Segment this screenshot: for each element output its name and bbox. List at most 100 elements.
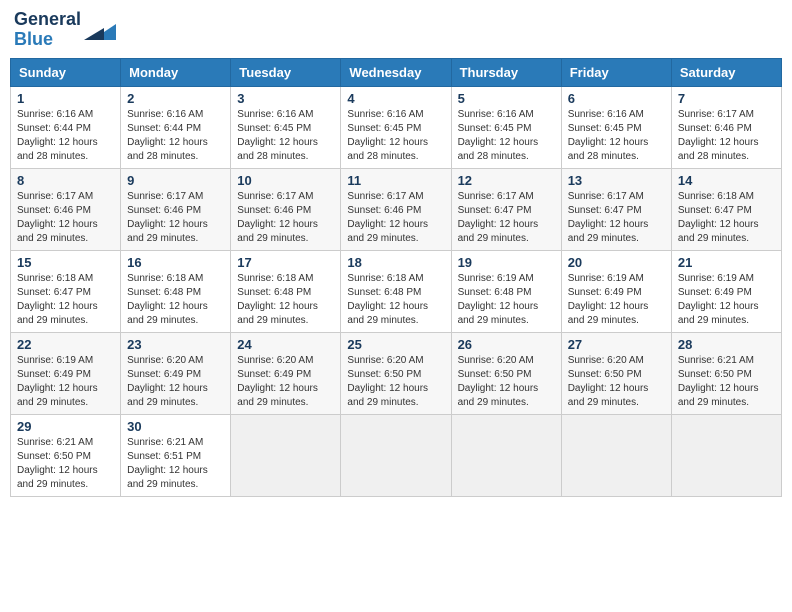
calendar-cell: [561, 414, 671, 496]
day-number: 8: [17, 173, 114, 188]
day-number: 16: [127, 255, 224, 270]
calendar-week-2: 8 Sunrise: 6:17 AMSunset: 6:46 PMDayligh…: [11, 168, 782, 250]
calendar-week-4: 22 Sunrise: 6:19 AMSunset: 6:49 PMDaylig…: [11, 332, 782, 414]
day-number: 2: [127, 91, 224, 106]
calendar-cell: 2 Sunrise: 6:16 AMSunset: 6:44 PMDayligh…: [121, 86, 231, 168]
day-info: Sunrise: 6:19 AMSunset: 6:49 PMDaylight:…: [17, 354, 114, 410]
calendar-cell: 29 Sunrise: 6:21 AMSunset: 6:50 PMDaylig…: [11, 414, 121, 496]
day-number: 11: [347, 173, 444, 188]
day-info: Sunrise: 6:17 AMSunset: 6:46 PMDaylight:…: [237, 190, 334, 246]
day-number: 7: [678, 91, 775, 106]
day-info: Sunrise: 6:16 AMSunset: 6:44 PMDaylight:…: [127, 108, 224, 164]
day-info: Sunrise: 6:17 AMSunset: 6:47 PMDaylight:…: [458, 190, 555, 246]
logo: General Blue: [14, 10, 116, 50]
day-info: Sunrise: 6:18 AMSunset: 6:48 PMDaylight:…: [347, 272, 444, 328]
day-number: 9: [127, 173, 224, 188]
day-info: Sunrise: 6:16 AMSunset: 6:45 PMDaylight:…: [347, 108, 444, 164]
calendar-cell: 23 Sunrise: 6:20 AMSunset: 6:49 PMDaylig…: [121, 332, 231, 414]
day-info: Sunrise: 6:16 AMSunset: 6:44 PMDaylight:…: [17, 108, 114, 164]
day-info: Sunrise: 6:18 AMSunset: 6:47 PMDaylight:…: [678, 190, 775, 246]
day-number: 22: [17, 337, 114, 352]
day-info: Sunrise: 6:18 AMSunset: 6:48 PMDaylight:…: [237, 272, 334, 328]
day-number: 13: [568, 173, 665, 188]
calendar-cell: 7 Sunrise: 6:17 AMSunset: 6:46 PMDayligh…: [671, 86, 781, 168]
day-number: 24: [237, 337, 334, 352]
day-info: Sunrise: 6:19 AMSunset: 6:49 PMDaylight:…: [678, 272, 775, 328]
day-info: Sunrise: 6:21 AMSunset: 6:51 PMDaylight:…: [127, 436, 224, 492]
calendar-cell: 14 Sunrise: 6:18 AMSunset: 6:47 PMDaylig…: [671, 168, 781, 250]
calendar-cell: [671, 414, 781, 496]
day-number: 14: [678, 173, 775, 188]
day-number: 3: [237, 91, 334, 106]
day-number: 18: [347, 255, 444, 270]
day-info: Sunrise: 6:16 AMSunset: 6:45 PMDaylight:…: [458, 108, 555, 164]
day-number: 29: [17, 419, 114, 434]
calendar-cell: 21 Sunrise: 6:19 AMSunset: 6:49 PMDaylig…: [671, 250, 781, 332]
calendar-cell: 16 Sunrise: 6:18 AMSunset: 6:48 PMDaylig…: [121, 250, 231, 332]
day-number: 15: [17, 255, 114, 270]
day-number: 1: [17, 91, 114, 106]
day-info: Sunrise: 6:17 AMSunset: 6:46 PMDaylight:…: [678, 108, 775, 164]
day-info: Sunrise: 6:17 AMSunset: 6:46 PMDaylight:…: [347, 190, 444, 246]
day-number: 10: [237, 173, 334, 188]
weekday-header-saturday: Saturday: [671, 58, 781, 86]
day-info: Sunrise: 6:19 AMSunset: 6:48 PMDaylight:…: [458, 272, 555, 328]
calendar-cell: 9 Sunrise: 6:17 AMSunset: 6:46 PMDayligh…: [121, 168, 231, 250]
calendar-cell: 3 Sunrise: 6:16 AMSunset: 6:45 PMDayligh…: [231, 86, 341, 168]
calendar-cell: 28 Sunrise: 6:21 AMSunset: 6:50 PMDaylig…: [671, 332, 781, 414]
day-info: Sunrise: 6:20 AMSunset: 6:50 PMDaylight:…: [347, 354, 444, 410]
calendar-week-5: 29 Sunrise: 6:21 AMSunset: 6:50 PMDaylig…: [11, 414, 782, 496]
calendar-cell: [231, 414, 341, 496]
weekday-header-sunday: Sunday: [11, 58, 121, 86]
day-number: 30: [127, 419, 224, 434]
logo-text: General: [14, 10, 81, 30]
day-number: 28: [678, 337, 775, 352]
logo-icon: [84, 16, 116, 44]
weekday-header-friday: Friday: [561, 58, 671, 86]
day-number: 26: [458, 337, 555, 352]
calendar-cell: 11 Sunrise: 6:17 AMSunset: 6:46 PMDaylig…: [341, 168, 451, 250]
calendar-cell: [451, 414, 561, 496]
weekday-header-monday: Monday: [121, 58, 231, 86]
day-info: Sunrise: 6:16 AMSunset: 6:45 PMDaylight:…: [237, 108, 334, 164]
day-number: 21: [678, 255, 775, 270]
day-info: Sunrise: 6:18 AMSunset: 6:48 PMDaylight:…: [127, 272, 224, 328]
weekday-header-wednesday: Wednesday: [341, 58, 451, 86]
day-info: Sunrise: 6:21 AMSunset: 6:50 PMDaylight:…: [678, 354, 775, 410]
calendar-cell: 5 Sunrise: 6:16 AMSunset: 6:45 PMDayligh…: [451, 86, 561, 168]
calendar-cell: 30 Sunrise: 6:21 AMSunset: 6:51 PMDaylig…: [121, 414, 231, 496]
day-info: Sunrise: 6:21 AMSunset: 6:50 PMDaylight:…: [17, 436, 114, 492]
day-info: Sunrise: 6:19 AMSunset: 6:49 PMDaylight:…: [568, 272, 665, 328]
calendar-cell: [341, 414, 451, 496]
calendar-cell: 12 Sunrise: 6:17 AMSunset: 6:47 PMDaylig…: [451, 168, 561, 250]
calendar-cell: 19 Sunrise: 6:19 AMSunset: 6:48 PMDaylig…: [451, 250, 561, 332]
day-info: Sunrise: 6:17 AMSunset: 6:47 PMDaylight:…: [568, 190, 665, 246]
day-number: 25: [347, 337, 444, 352]
day-info: Sunrise: 6:18 AMSunset: 6:47 PMDaylight:…: [17, 272, 114, 328]
calendar-cell: 15 Sunrise: 6:18 AMSunset: 6:47 PMDaylig…: [11, 250, 121, 332]
day-number: 20: [568, 255, 665, 270]
calendar-table: SundayMondayTuesdayWednesdayThursdayFrid…: [10, 58, 782, 497]
day-number: 19: [458, 255, 555, 270]
calendar-cell: 18 Sunrise: 6:18 AMSunset: 6:48 PMDaylig…: [341, 250, 451, 332]
calendar-cell: 8 Sunrise: 6:17 AMSunset: 6:46 PMDayligh…: [11, 168, 121, 250]
day-number: 6: [568, 91, 665, 106]
calendar-cell: 4 Sunrise: 6:16 AMSunset: 6:45 PMDayligh…: [341, 86, 451, 168]
calendar-cell: 17 Sunrise: 6:18 AMSunset: 6:48 PMDaylig…: [231, 250, 341, 332]
logo-subtext: Blue: [14, 30, 81, 50]
calendar-cell: 20 Sunrise: 6:19 AMSunset: 6:49 PMDaylig…: [561, 250, 671, 332]
day-info: Sunrise: 6:17 AMSunset: 6:46 PMDaylight:…: [17, 190, 114, 246]
calendar-cell: 24 Sunrise: 6:20 AMSunset: 6:49 PMDaylig…: [231, 332, 341, 414]
day-number: 12: [458, 173, 555, 188]
weekday-header-thursday: Thursday: [451, 58, 561, 86]
day-info: Sunrise: 6:17 AMSunset: 6:46 PMDaylight:…: [127, 190, 224, 246]
day-info: Sunrise: 6:20 AMSunset: 6:49 PMDaylight:…: [127, 354, 224, 410]
calendar-cell: 1 Sunrise: 6:16 AMSunset: 6:44 PMDayligh…: [11, 86, 121, 168]
day-number: 17: [237, 255, 334, 270]
day-number: 23: [127, 337, 224, 352]
day-info: Sunrise: 6:20 AMSunset: 6:50 PMDaylight:…: [568, 354, 665, 410]
calendar-cell: 6 Sunrise: 6:16 AMSunset: 6:45 PMDayligh…: [561, 86, 671, 168]
day-number: 5: [458, 91, 555, 106]
day-info: Sunrise: 6:20 AMSunset: 6:50 PMDaylight:…: [458, 354, 555, 410]
day-number: 27: [568, 337, 665, 352]
